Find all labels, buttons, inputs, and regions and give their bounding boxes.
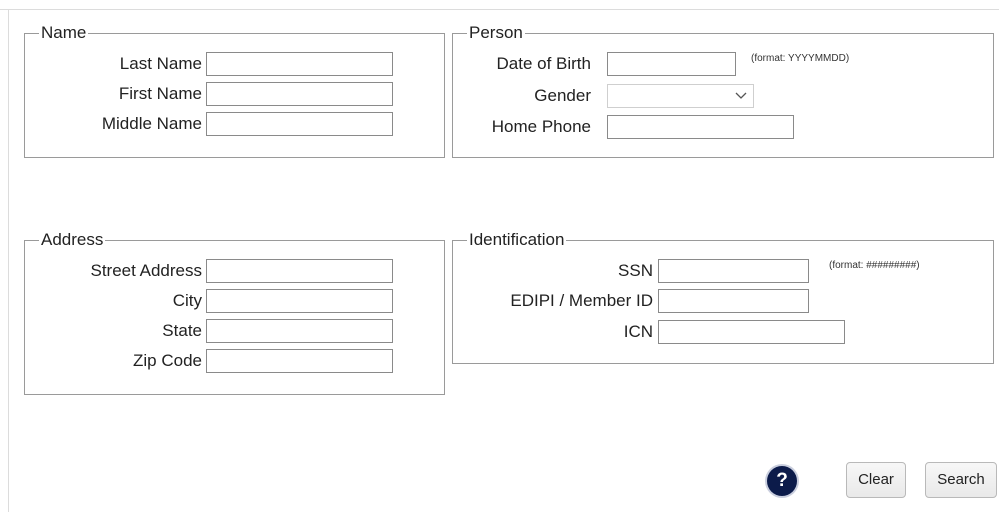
question-circle-icon: ? (776, 470, 788, 491)
edipi-input[interactable] (658, 289, 809, 313)
search-button[interactable]: Search (925, 462, 997, 498)
patient-search-form: Name Last Name First Name Middle Name Pe… (0, 0, 999, 512)
city-input[interactable] (206, 289, 393, 313)
ssn-input[interactable] (658, 259, 809, 283)
first-name-row: First Name (25, 82, 446, 106)
home-phone-row: Home Phone (453, 115, 995, 139)
state-row: State (25, 319, 446, 343)
ssn-label: SSN (618, 261, 653, 280)
identification-group: Identification SSN (format: #########) E… (452, 230, 995, 364)
home-phone-input[interactable] (607, 115, 794, 139)
ssn-format-hint: (format: #########) (829, 260, 920, 271)
panel-left-border (8, 9, 9, 512)
ssn-row: SSN (format: #########) (453, 259, 995, 283)
state-label: State (162, 321, 202, 340)
zip-row: Zip Code (25, 349, 446, 373)
state-input[interactable] (206, 319, 393, 343)
city-label: City (172, 291, 202, 310)
edipi-label: EDIPI / Member ID (510, 291, 653, 310)
name-group-legend: Name (39, 23, 89, 43)
gender-select[interactable] (607, 84, 754, 108)
dob-format-hint: (format: YYYYMMDD) (751, 53, 850, 64)
person-group-legend: Person (467, 23, 525, 43)
panel-top-border (0, 9, 999, 10)
icn-label: ICN (623, 322, 653, 341)
chevron-down-icon (735, 92, 747, 99)
name-group: Name Last Name First Name Middle Name (24, 23, 446, 158)
last-name-row: Last Name (25, 52, 446, 76)
icn-input[interactable] (658, 320, 845, 344)
first-name-input[interactable] (206, 82, 393, 106)
clear-button[interactable]: Clear (846, 462, 906, 498)
middle-name-label: Middle Name (101, 114, 202, 133)
edipi-row: EDIPI / Member ID (453, 289, 995, 313)
city-row: City (25, 289, 446, 313)
middle-name-row: Middle Name (25, 112, 446, 136)
last-name-label: Last Name (119, 54, 202, 73)
gender-label: Gender (534, 86, 591, 105)
street-address-label: Street Address (90, 261, 202, 280)
dob-input[interactable] (607, 52, 736, 76)
middle-name-input[interactable] (206, 112, 393, 136)
first-name-label: First Name (118, 84, 202, 103)
address-group-legend: Address (39, 230, 106, 250)
street-address-input[interactable] (206, 259, 393, 283)
identification-group-legend: Identification (467, 230, 567, 250)
home-phone-label: Home Phone (491, 117, 591, 136)
dob-row: Date of Birth (format: YYYYMMDD) (453, 52, 995, 76)
zip-code-label: Zip Code (133, 351, 202, 370)
dob-label: Date of Birth (496, 54, 592, 73)
street-row: Street Address (25, 259, 446, 283)
zip-code-input[interactable] (206, 349, 393, 373)
help-button[interactable]: ? (767, 466, 797, 496)
last-name-input[interactable] (206, 52, 393, 76)
gender-row: Gender (453, 84, 995, 108)
person-group: Person Date of Birth (format: YYYYMMDD) … (452, 23, 995, 158)
icn-row: ICN (453, 320, 995, 344)
address-group: Address Street Address City State Zip Co… (24, 230, 446, 395)
